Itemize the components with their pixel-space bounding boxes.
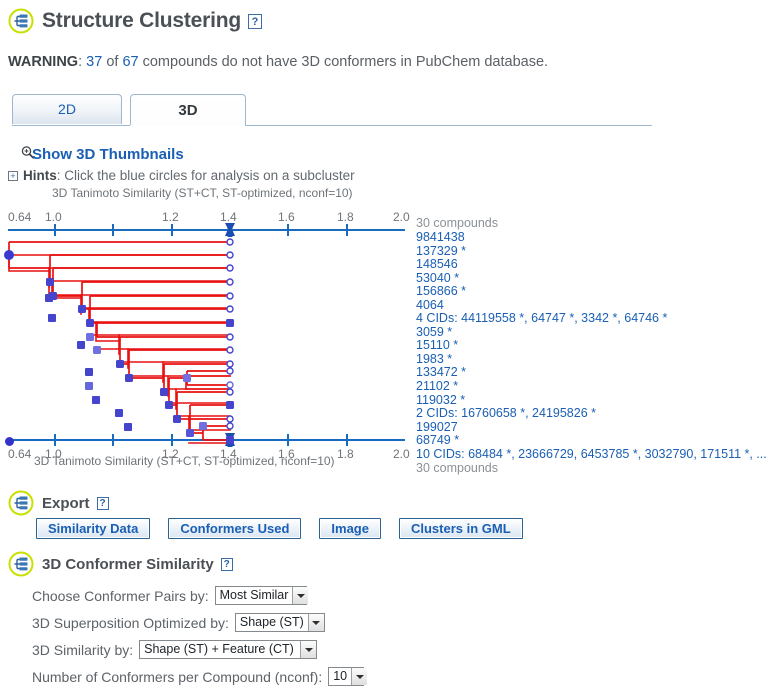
cluster-node-root [4,250,14,260]
cluster-node [78,305,86,313]
list-item[interactable]: 2 CIDs: 16760658 *, 24195826 * [416,407,780,421]
cluster-node [165,401,173,409]
dimension-tabs: 2D 3D [12,94,652,126]
export-header: Export ? [8,490,109,516]
dendrogram-tree[interactable] [0,186,420,462]
conformer-similarity-title: 3D Conformer Similarity [42,555,214,573]
tab-2d[interactable]: 2D [12,94,122,124]
conformer-similarity-header: 3D Conformer Similarity ? [8,551,233,577]
chevron-down-icon[interactable] [300,641,317,658]
export-clusters-gml-button[interactable]: Clusters in GML [398,518,523,539]
warning-label: WARNING [8,54,79,70]
list-item[interactable]: 9841438 [416,230,780,245]
list-item[interactable]: 10 CIDs: 68484 *, 23666729, 6453785 *, 3… [416,447,780,462]
cluster-node [199,422,207,430]
list-item[interactable]: 1983 * [416,352,780,367]
nconf-label: Number of Conformers per Compound (nconf… [32,668,323,685]
cluster-node [86,333,94,341]
cluster-node [173,415,181,423]
hints-row: + Hints: Click the blue circles for analy… [8,168,355,183]
nconf-value: 10 [333,669,348,683]
chevron-down-icon[interactable] [351,668,368,685]
cluster-tree-icon [8,8,34,34]
compound-count-top: 30 compounds [416,216,499,230]
superposition-select[interactable]: Shape (ST) [234,613,325,632]
warning-mid: of [102,54,123,70]
cluster-node [46,278,54,286]
list-item[interactable]: 199027 [416,420,780,435]
conformer-pairs-select[interactable]: Most Similar [214,586,309,605]
cluster-node [160,388,168,396]
compound-label-list: 30 compounds 9841438 137329 * 148546 530… [416,216,780,476]
tab-baseline [12,125,652,126]
export-title: Export [42,494,90,512]
cluster-node [116,360,124,368]
cluster-node [125,374,133,382]
list-item[interactable]: 4064 [416,298,780,313]
warning-message: WARNING: 37 of 67 compounds do not have … [8,54,548,70]
cluster-node [49,292,57,300]
export-image-button[interactable]: Image [319,518,381,539]
conformer-help-icon[interactable]: ? [220,557,233,571]
similarity-by-label: 3D Similarity by: [32,641,134,658]
cluster-tree-icon [8,490,34,516]
conformer-pairs-row: Choose Conformer Pairs by: Most Similar [32,582,364,609]
superposition-row: 3D Superposition Optimized by: Shape (ST… [32,609,364,636]
list-item[interactable]: 156866 * [416,285,780,299]
similarity-by-select[interactable]: Shape (ST) + Feature (CT) [139,640,318,659]
warning-missing-count[interactable]: 37 [86,54,102,70]
export-conformers-used-button[interactable]: Conformers Used [168,518,302,539]
list-item[interactable]: 119032 * [416,393,780,408]
cluster-node [183,374,191,382]
chevron-down-icon[interactable] [292,587,309,604]
page-title: Structure Clustering [42,9,242,32]
list-item[interactable]: 3059 * [416,325,780,340]
cluster-node [93,346,101,354]
list-item[interactable]: 21102 * [416,379,780,394]
page-header: Structure Clustering ? [8,8,263,34]
export-help-icon[interactable]: ? [96,496,109,510]
list-item[interactable]: 68749 * [416,434,780,448]
list-item[interactable]: 148546 [416,258,780,272]
nconf-row: Number of Conformers per Compound (nconf… [32,663,368,690]
conformer-settings-form: Choose Conformer Pairs by: Most Similar … [32,582,368,690]
list-item[interactable]: 15110 * [416,339,780,353]
similarity-by-value: Shape (ST) + Feature (CT) [144,642,294,656]
similarity-by-row: 3D Similarity by: Shape (ST) + Feature (… [32,636,364,663]
superposition-label: 3D Superposition Optimized by: [32,614,229,631]
page-help-icon[interactable]: ? [248,13,263,29]
compound-count-bottom: 30 compounds [416,461,499,476]
conformer-pairs-label: Choose Conformer Pairs by: [32,587,209,604]
export-similarity-data-button[interactable]: Similarity Data [36,518,151,539]
cluster-node [86,319,94,327]
list-item[interactable]: 4 CIDs: 44119558 *, 64747 *, 3342 *, 647… [416,312,780,326]
list-item[interactable]: 133472 * [416,366,780,380]
warning-sep: : [78,54,87,70]
conformer-pairs-value: Most Similar [219,588,289,602]
tab-3d[interactable]: 3D [130,94,246,126]
hints-expander-icon[interactable]: + [8,171,18,181]
superposition-value: Shape (ST) [239,615,304,629]
hints-text: Click the blue circles for analysis on a… [64,168,355,183]
leaf-markers [226,238,234,444]
cluster-tree-icon [8,551,34,577]
warning-tail: compounds do not have 3D conformers in P… [138,54,549,70]
structure-clustering-page: Structure Clustering ? WARNING: 37 of 67… [0,0,780,698]
list-item[interactable]: 137329 * [416,244,780,259]
nconf-select[interactable]: 10 [328,667,368,686]
tab-baseline-gap [130,125,234,127]
show-3d-thumbnails-link[interactable]: Show 3D Thumbnails [32,146,184,163]
warning-total-count[interactable]: 67 [122,54,138,70]
export-button-row: Similarity Data Conformers Used Image Cl… [36,518,523,539]
hints-label: Hints [23,168,57,183]
list-item[interactable]: 53040 * [416,271,780,286]
cluster-node [186,429,194,437]
chevron-down-icon[interactable] [307,614,324,631]
